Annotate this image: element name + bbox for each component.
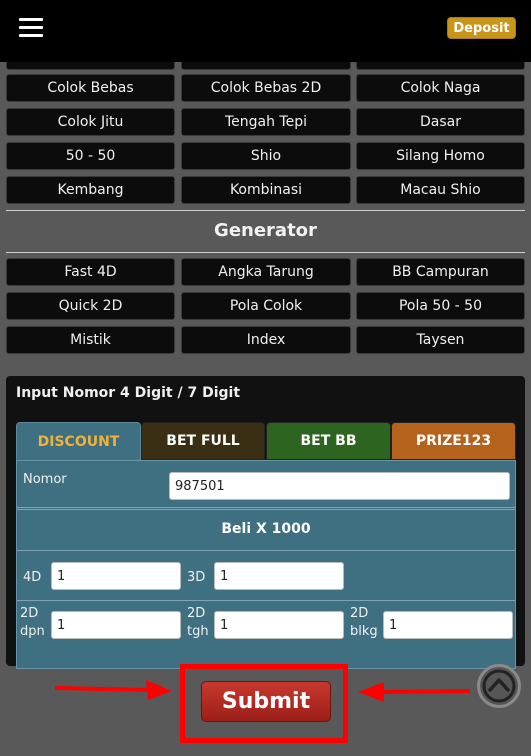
menu-button-colok-bebas-2d[interactable]: Colok Bebas 2D (181, 74, 351, 102)
scroll-to-top-icon[interactable] (477, 664, 521, 708)
arrow-left-icon (358, 682, 471, 702)
2d-dpn-label-line1: 2D (20, 606, 39, 621)
deposit-button[interactable]: Deposit (447, 17, 516, 39)
submit-button[interactable]: Submit (201, 681, 331, 722)
tab-bet-bb[interactable]: BET BB (266, 422, 391, 460)
row-separator (17, 550, 515, 551)
top-bar: Deposit (0, 0, 531, 62)
hamburger-line (19, 26, 43, 29)
menu-button-silang-homo[interactable]: Silang Homo (356, 142, 525, 170)
chevron-up-icon (482, 669, 516, 703)
arrow-right-icon (54, 680, 172, 700)
generator-button-pola-50-50[interactable]: Pola 50 - 50 (356, 292, 525, 320)
row-separator (17, 600, 515, 601)
menu-button-kembang[interactable]: Kembang (6, 176, 175, 204)
beli-label: Beli X 1000 (221, 521, 311, 537)
hamburger-menu-icon[interactable] (19, 18, 43, 38)
nomor-input[interactable] (169, 472, 510, 500)
menu-button-tengah-tepi[interactable]: Tengah Tepi (181, 108, 351, 136)
2d-blkg-label-line2: blkg (350, 623, 378, 639)
generator-button-bb-campuran[interactable]: BB Campuran (356, 258, 525, 286)
2d-tgh-label-line1: 2D (187, 606, 206, 621)
generator-button-angka-tarung[interactable]: Angka Tarung (181, 258, 351, 286)
menu-button-50-50[interactable]: 50 - 50 (6, 142, 175, 170)
menu-button-dasar[interactable]: Dasar (356, 108, 525, 136)
nomor-label: Nomor (23, 472, 67, 487)
generator-button-fast-4d[interactable]: Fast 4D (6, 258, 175, 286)
4d-label: 4D (23, 570, 42, 585)
tab-prize123[interactable]: PRIZE123 (391, 422, 516, 460)
generator-title: Generator (214, 220, 317, 241)
2d-blkg-input[interactable] (383, 611, 513, 639)
menu-button-macau-shio[interactable]: Macau Shio (356, 176, 525, 204)
menu-button-shio[interactable]: Shio (181, 142, 351, 170)
discount-form: Nomor Beli X 1000 4D 3D 2D dpn 2D tgh 2D… (16, 460, 516, 669)
menu-button-partial[interactable] (356, 62, 525, 70)
panel-title: Input Nomor 4 Digit / 7 Digit (16, 385, 241, 401)
2d-tgh-label-line2: tgh (187, 623, 209, 639)
beli-row: Beli X 1000 (17, 509, 515, 549)
generator-button-mistik[interactable]: Mistik (6, 326, 175, 354)
bet-input-panel: Input Nomor 4 Digit / 7 Digit DISCOUNT B… (6, 376, 525, 669)
2d-dpn-label-line2: dpn (20, 623, 45, 639)
menu-button-colok-jitu[interactable]: Colok Jitu (6, 108, 175, 136)
menu-button-partial[interactable] (6, 62, 175, 70)
2d-tgh-label: 2D tgh (187, 605, 209, 640)
2d-blkg-label-line1: 2D (350, 606, 369, 621)
3d-label: 3D (187, 570, 206, 585)
menu-button-partial[interactable] (181, 62, 351, 70)
tab-discount[interactable]: DISCOUNT (16, 422, 141, 460)
divider (6, 252, 525, 253)
hamburger-line (19, 34, 43, 37)
generator-button-index[interactable]: Index (181, 326, 351, 354)
generator-button-pola-colok[interactable]: Pola Colok (181, 292, 351, 320)
menu-button-kombinasi[interactable]: Kombinasi (181, 176, 351, 204)
4d-input[interactable] (51, 562, 181, 590)
2d-blkg-label: 2D blkg (350, 605, 378, 640)
row-separator (17, 507, 515, 508)
generator-button-taysen[interactable]: Taysen (356, 326, 525, 354)
hamburger-line (19, 18, 43, 21)
tab-bet-full[interactable]: BET FULL (141, 422, 265, 460)
2d-dpn-input[interactable] (51, 611, 181, 639)
menu-button-colok-naga[interactable]: Colok Naga (356, 74, 525, 102)
2d-tgh-input[interactable] (214, 611, 344, 639)
3d-input[interactable] (214, 562, 344, 590)
generator-button-quick-2d[interactable]: Quick 2D (6, 292, 175, 320)
menu-button-colok-bebas[interactable]: Colok Bebas (6, 74, 175, 102)
divider (6, 210, 525, 211)
2d-dpn-label: 2D dpn (20, 605, 45, 640)
